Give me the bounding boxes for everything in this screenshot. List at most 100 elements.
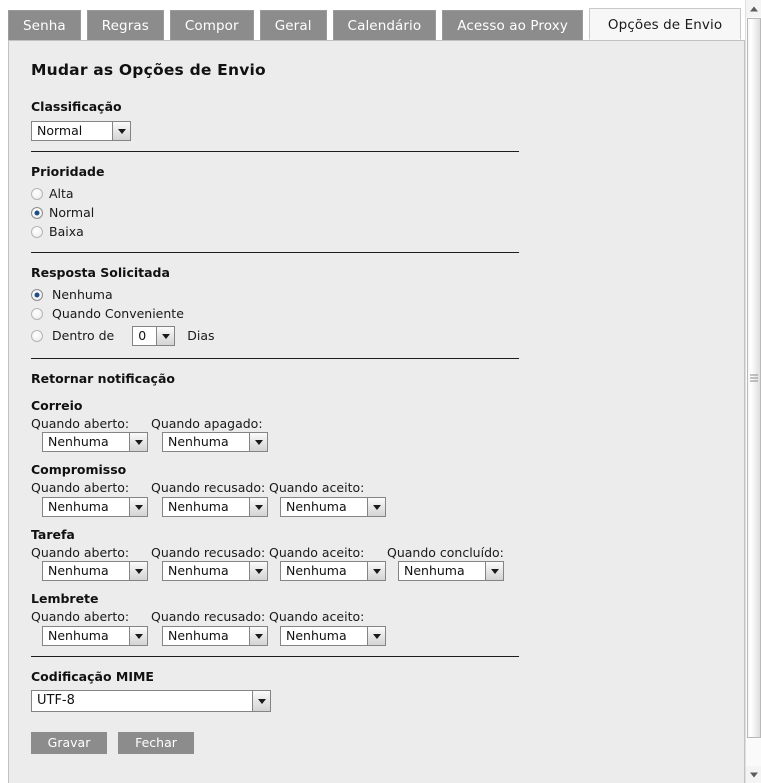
save-button[interactable]: Gravar xyxy=(31,731,107,754)
resposta-option[interactable]: Quando Conveniente xyxy=(31,305,744,324)
chevron-down-icon[interactable] xyxy=(129,626,147,645)
chevron-down-icon[interactable] xyxy=(129,562,147,580)
notificacao-group-name: Compromisso xyxy=(31,462,127,477)
scrollbar-grip-icon xyxy=(750,374,758,382)
page-title: Mudar as Opções de Envio xyxy=(31,61,266,79)
tab-acesso-ao-proxy[interactable]: Acesso ao Proxy xyxy=(442,10,583,40)
chevron-down-icon[interactable] xyxy=(129,433,147,451)
form-actions: Gravar Fechar xyxy=(31,731,744,754)
chevron-down-icon[interactable] xyxy=(129,497,147,516)
radio-icon[interactable] xyxy=(31,289,43,301)
notificacao-select-value: Nenhuma xyxy=(163,626,249,645)
chevron-down-icon[interactable] xyxy=(112,121,130,140)
field-label: Quando apagado: xyxy=(151,415,263,431)
chevron-down-icon[interactable] xyxy=(249,562,267,580)
field-label: Quando aberto: xyxy=(31,544,130,560)
tab-senha[interactable]: Senha xyxy=(8,10,81,40)
field-label: Quando recusado: xyxy=(151,544,266,560)
notificacao-select[interactable]: Nenhuma xyxy=(398,561,504,581)
field-label: Quando aberto: xyxy=(31,609,130,624)
field-select-row: Nenhuma Nenhuma Nenhuma Nenhuma xyxy=(31,561,744,581)
field-select-cell: Nenhuma xyxy=(31,496,151,517)
field-select-cell: Nenhuma xyxy=(151,432,271,452)
tab-compor[interactable]: Compor xyxy=(169,10,254,40)
field-select-row: Nenhuma Nenhuma Nenhuma xyxy=(31,625,744,646)
chevron-down-icon[interactable] xyxy=(367,497,385,516)
field-label-row: Quando aberto: Quando apagado: xyxy=(31,416,744,431)
radio-icon[interactable] xyxy=(31,308,43,320)
field-label: Quando recusado: xyxy=(151,609,266,624)
notificacao-select[interactable]: Nenhuma xyxy=(280,561,386,581)
notificacao-select[interactable]: Nenhuma xyxy=(42,625,148,646)
notificacao-select-value: Nenhuma xyxy=(163,562,249,580)
field-label: Quando aceito: xyxy=(269,544,365,560)
radio-icon[interactable] xyxy=(31,207,43,219)
radio-icon[interactable] xyxy=(31,188,43,200)
notificacao-title: Retornar notificação xyxy=(31,370,175,386)
tab-geral[interactable]: Geral xyxy=(259,10,327,40)
field-label: Quando aceito: xyxy=(269,480,365,495)
radio-icon[interactable] xyxy=(31,226,43,238)
notificacao-select[interactable]: Nenhuma xyxy=(42,432,148,452)
field-label-row: Quando aberto: Quando recusado: Quando ace… xyxy=(31,609,744,624)
field-select-cell: Nenhuma xyxy=(269,561,387,581)
notificacao-select[interactable]: Nenhuma xyxy=(42,561,148,581)
prioridade-heading: Prioridade xyxy=(31,163,105,179)
close-button[interactable]: Fechar xyxy=(118,731,194,754)
dias-select-value: 0 xyxy=(133,326,157,345)
notificacao-select-value: Nenhuma xyxy=(43,626,129,645)
radio-icon[interactable] xyxy=(31,329,43,342)
tab-calendário[interactable]: Calendário xyxy=(332,10,437,40)
field-select-cell: Nenhuma xyxy=(151,561,269,581)
field-select-row: Nenhuma Nenhuma xyxy=(31,432,744,452)
scrollbar-thumb[interactable] xyxy=(747,18,761,738)
tab-regras[interactable]: Regras xyxy=(86,10,164,40)
prioridade-option-label: Normal xyxy=(49,205,95,220)
mime-select[interactable]: UTF-8 xyxy=(31,689,271,712)
notificacao-select-value: Nenhuma xyxy=(163,433,249,451)
resposta-heading: Resposta Solicitada xyxy=(31,264,170,280)
field-select-cell: Nenhuma xyxy=(31,625,151,646)
dias-select[interactable]: 0 xyxy=(132,325,176,346)
resposta-option[interactable]: Nenhuma xyxy=(31,286,744,305)
chevron-down-icon[interactable] xyxy=(252,690,270,711)
chevron-down-icon[interactable] xyxy=(249,626,267,645)
prioridade-option[interactable]: Baixa xyxy=(31,223,744,242)
chevron-down-icon[interactable] xyxy=(367,626,385,645)
notificacao-select[interactable]: Nenhuma xyxy=(162,432,268,452)
prioridade-option[interactable]: Normal xyxy=(31,204,744,223)
notificacao-select[interactable]: Nenhuma xyxy=(280,625,386,646)
classificacao-select-value: Normal xyxy=(32,121,112,140)
scrollbar-track[interactable] xyxy=(746,17,761,766)
resposta-option[interactable]: Dentro de 0 Dias xyxy=(31,324,744,348)
chevron-down-icon[interactable] xyxy=(367,562,385,580)
chevron-down-icon[interactable] xyxy=(249,433,267,451)
field-select-cell: Nenhuma xyxy=(151,496,269,517)
field-select-cell: Nenhuma xyxy=(151,625,269,646)
field-select-row: Nenhuma Nenhuma Nenhuma xyxy=(31,496,744,517)
notificacao-select[interactable]: Nenhuma xyxy=(162,496,268,517)
prioridade-option[interactable]: Alta xyxy=(31,185,744,204)
field-select-cell: Nenhuma xyxy=(269,625,387,646)
notificacao-select[interactable]: Nenhuma xyxy=(42,496,148,517)
chevron-down-icon[interactable] xyxy=(249,497,267,516)
prioridade-option-label: Alta xyxy=(49,186,74,201)
mime-heading: Codificação MIME xyxy=(31,668,154,684)
notificacao-select[interactable]: Nenhuma xyxy=(280,496,386,517)
notificacao-group-name: Tarefa xyxy=(31,526,75,542)
field-label: Quando recusado: xyxy=(151,480,266,495)
chevron-down-icon[interactable] xyxy=(156,326,175,345)
notificacao-select[interactable]: Nenhuma xyxy=(162,561,268,581)
tab-opções-de-envio[interactable]: Opções de Envio xyxy=(588,8,742,40)
notificacao-select[interactable]: Nenhuma xyxy=(162,625,268,646)
chevron-down-icon[interactable] xyxy=(485,562,503,580)
field-select-cell: Nenhuma xyxy=(269,496,387,517)
classificacao-select[interactable]: Normal xyxy=(31,120,131,141)
scroll-down-arrow-icon[interactable] xyxy=(746,766,761,783)
divider xyxy=(31,655,519,657)
notificacao-group-name: Lembrete xyxy=(31,591,99,606)
vertical-scrollbar[interactable] xyxy=(745,0,761,783)
field-label: Quando concluído: xyxy=(387,544,504,560)
notificacao-select-value: Nenhuma xyxy=(163,497,249,516)
scroll-up-arrow-icon[interactable] xyxy=(746,0,761,17)
